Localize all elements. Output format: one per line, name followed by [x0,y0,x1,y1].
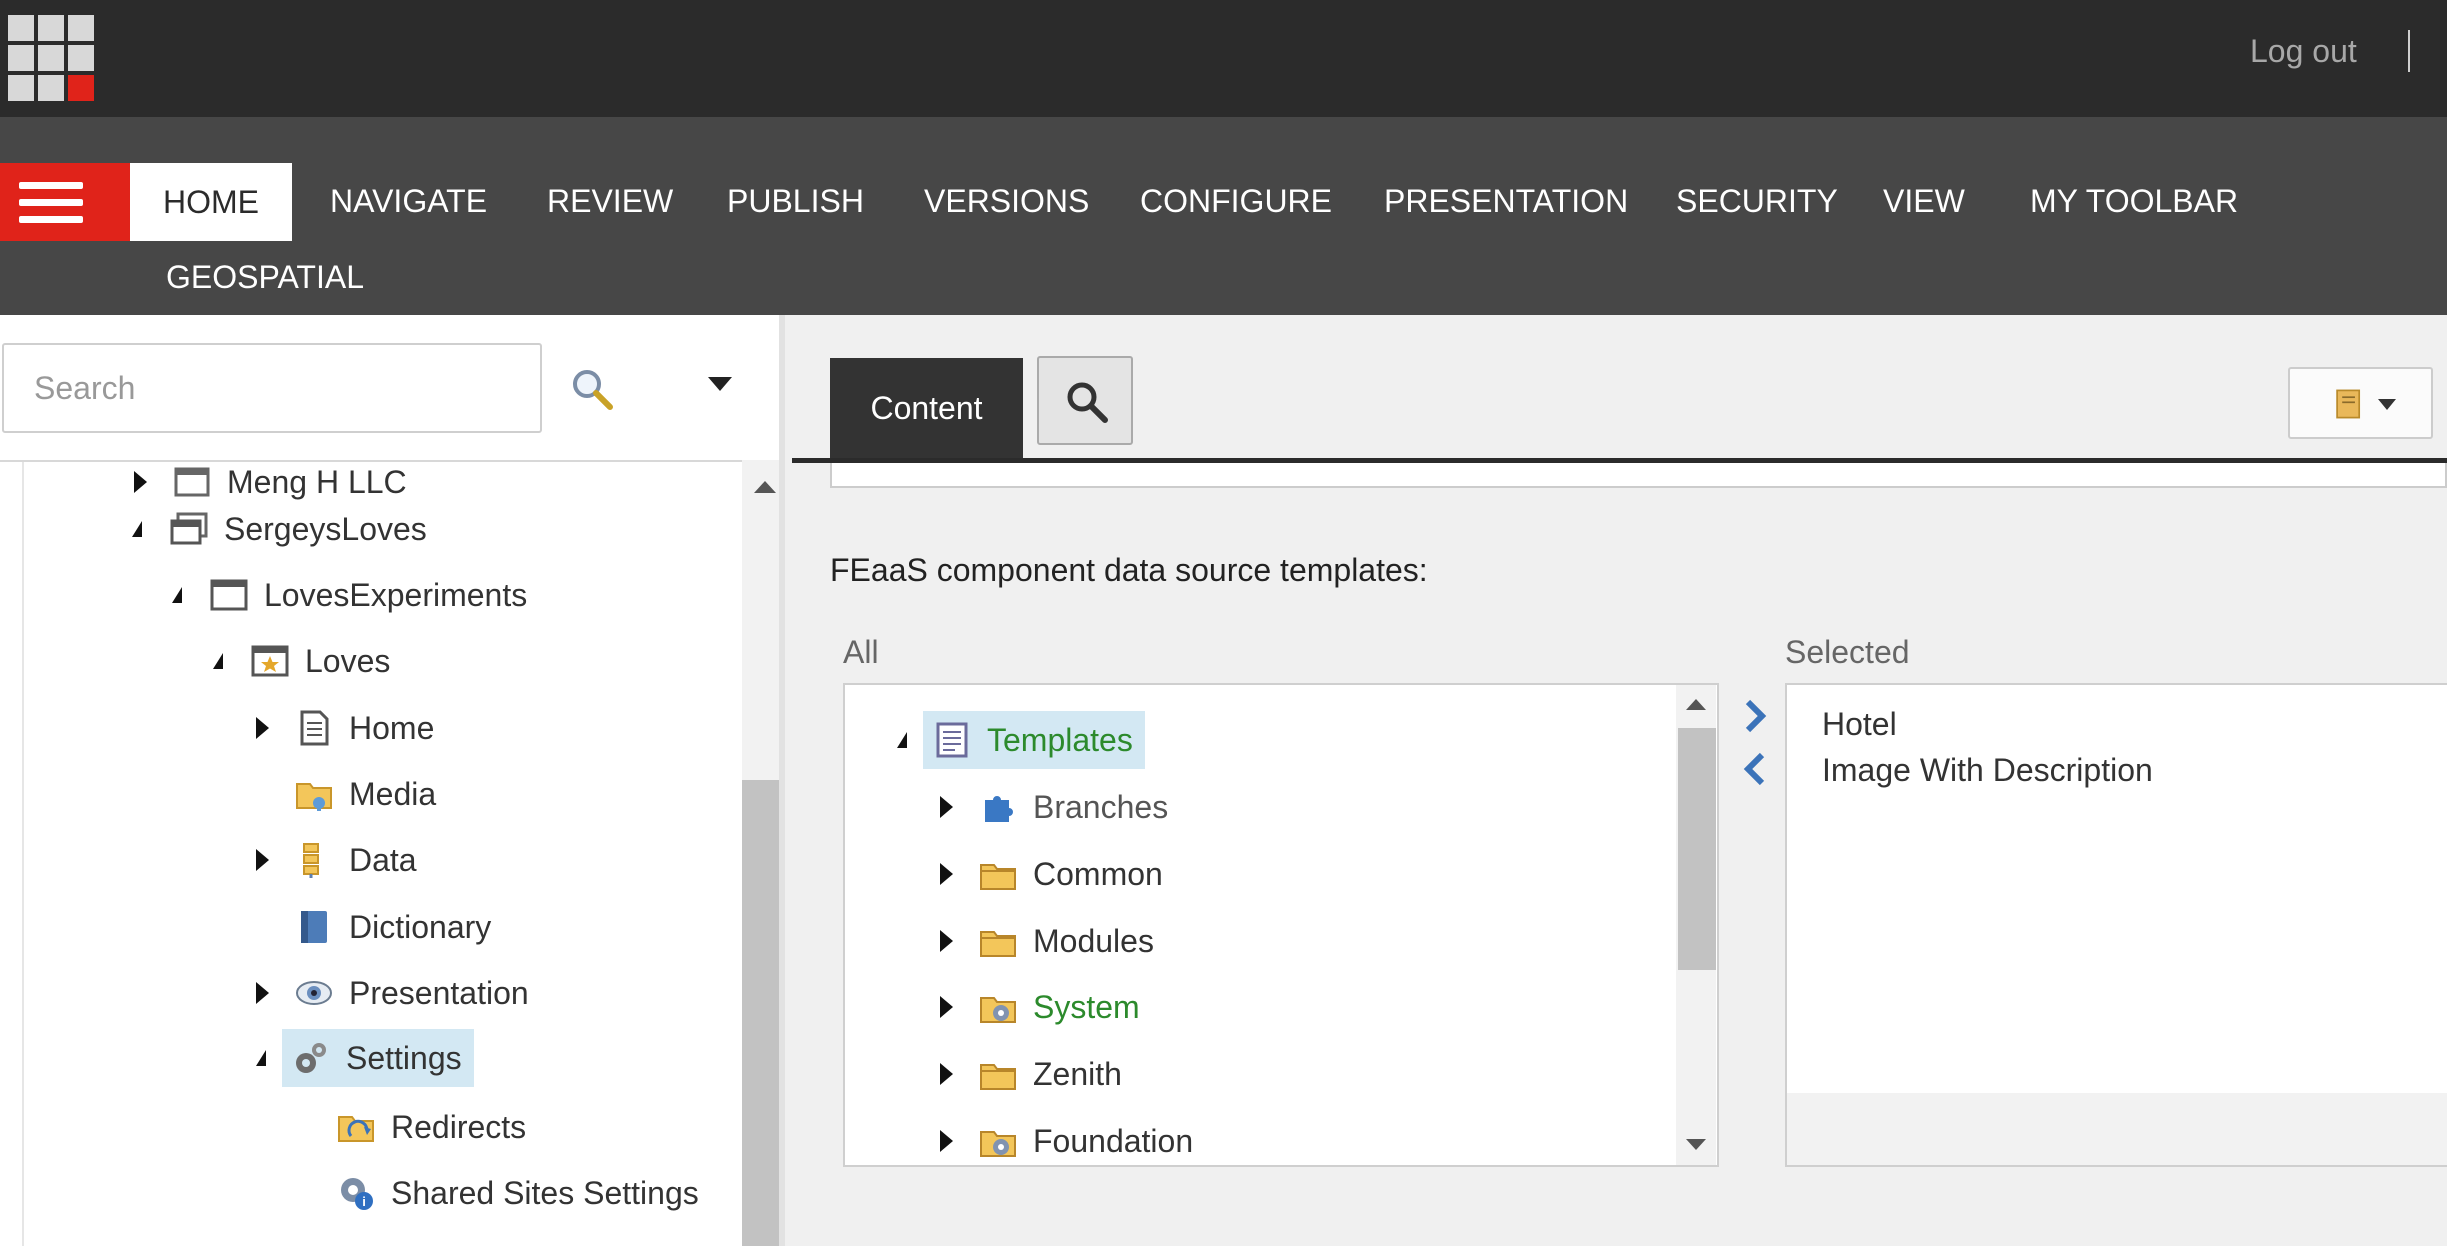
data-icon [303,843,319,878]
tree-item[interactable]: Home [256,701,434,755]
shared-settings-icon: i [341,1178,373,1210]
tree-item[interactable]: Data [256,833,417,887]
folder-icon [980,1064,1016,1090]
tab-geospatial[interactable]: GEOSPATIAL [166,259,364,296]
folder-icon [980,931,1016,957]
tab-configure[interactable]: CONFIGURE [1140,183,1332,220]
tree-item[interactable]: SergeysLoves [132,502,427,556]
system-folder-icon [980,997,1016,1023]
tree-item[interactable]: i Shared Sites Settings [337,1166,699,1220]
search-icon[interactable] [570,367,614,411]
tab-security[interactable]: SECURITY [1676,183,1838,220]
notebook-icon [2336,389,2361,419]
tree-item[interactable]: Dictionary [295,900,491,954]
content-tree-panel: Meng H LLC SergeysLoves LovesExperiments… [0,315,785,1246]
scroll-up-arrow-icon[interactable] [754,481,776,493]
collapse-arrow-icon[interactable] [897,732,907,748]
expand-arrow-icon[interactable] [134,471,147,493]
add-selected-arrow-icon[interactable] [1738,696,1772,736]
expand-arrow-icon[interactable] [940,996,953,1018]
settings-gear-icon [296,1043,326,1073]
search-input[interactable] [2,343,542,433]
expand-arrow-icon[interactable] [256,849,269,871]
svg-text:i: i [362,1194,366,1209]
system-folder-icon [980,1131,1016,1157]
presentation-eye-icon [296,981,332,1005]
collapse-arrow-icon[interactable] [172,587,182,603]
folder-icon [980,864,1016,890]
tab-presentation[interactable]: PRESENTATION [1384,183,1628,220]
tree-item[interactable]: Loves [213,634,390,688]
redirects-folder-icon [338,1116,374,1142]
divider [2408,30,2410,72]
tree-item[interactable]: LovesExperiments [172,568,527,622]
logout-link[interactable]: Log out [2250,33,2357,70]
site-icon [174,467,210,497]
collapse-arrow-icon[interactable] [256,1050,266,1066]
tree-item[interactable]: Media [295,767,436,821]
templates-tree-item-selected[interactable]: Templates [897,711,1145,769]
collapse-arrow-icon[interactable] [213,653,223,669]
selected-label: Selected [1785,634,1910,670]
search-icon [1067,382,1108,423]
field-label: FEaaS component data source templates: [830,552,1428,588]
branches-puzzle-icon [985,796,1013,822]
expand-arrow-icon[interactable] [940,796,953,818]
selected-item[interactable]: Image With Description [1822,752,2153,789]
site-icon [210,579,248,611]
expand-arrow-icon[interactable] [940,1130,953,1152]
top-bar: Log out [0,0,2447,117]
templates-tree-item[interactable]: Branches [940,780,1168,834]
document-icon [300,710,329,746]
templates-tree-item[interactable]: Zenith [940,1047,1122,1101]
expand-arrow-icon[interactable] [940,1063,953,1085]
media-folder-icon [296,783,332,811]
templates-tree-item[interactable]: Modules [940,914,1154,968]
dictionary-book-icon [301,911,327,943]
chevron-down-icon [2378,399,2396,410]
tree-item[interactable]: Presentation [256,966,529,1020]
tree-item[interactable]: Redirects [337,1100,526,1154]
expand-arrow-icon[interactable] [940,930,953,952]
tab-versions[interactable]: VERSIONS [924,183,1089,220]
search-tab[interactable] [1037,356,1133,445]
hamburger-menu-icon[interactable] [0,163,130,241]
scroll-up-arrow-icon[interactable] [1686,699,1706,710]
selected-item[interactable]: Hotel [1822,706,1897,743]
search-options-chevron-down-icon[interactable] [708,377,732,391]
tab-view[interactable]: VIEW [1883,183,1965,220]
all-label: All [843,634,879,670]
tab-publish[interactable]: PUBLISH [727,183,864,220]
tab-my-toolbar[interactable]: MY TOOLBAR [2030,183,2238,220]
tab-review[interactable]: REVIEW [547,183,673,220]
ribbon: HOME NAVIGATE REVIEW PUBLISH VERSIONS CO… [0,117,2447,315]
app-launcher-icon[interactable] [8,15,94,101]
templates-tree-item[interactable]: System [940,980,1140,1034]
expand-arrow-icon[interactable] [940,863,953,885]
tree-scrollbar-thumb[interactable] [742,780,779,1246]
templates-tree-item[interactable]: Foundation [940,1114,1193,1168]
expand-arrow-icon[interactable] [256,982,269,1004]
site-collection-icon [170,512,208,545]
collapse-arrow-icon[interactable] [132,521,142,537]
remove-selected-arrow-icon[interactable] [1738,749,1772,789]
tab-navigate[interactable]: NAVIGATE [330,183,487,220]
tab-content[interactable]: Content [830,358,1023,459]
tree-item[interactable]: Meng H LLC [134,455,407,509]
templates-tree-item[interactable]: Common [940,847,1163,901]
scroll-down-arrow-icon[interactable] [1686,1139,1706,1150]
all-scrollbar-thumb[interactable] [1678,728,1716,970]
site-star-icon [251,645,289,677]
notebook-dropdown-button[interactable] [2288,367,2433,439]
expand-arrow-icon[interactable] [256,717,269,739]
tree-item-selected[interactable]: Settings [256,1029,474,1087]
templates-icon [936,722,968,758]
tab-home[interactable]: HOME [130,163,292,241]
